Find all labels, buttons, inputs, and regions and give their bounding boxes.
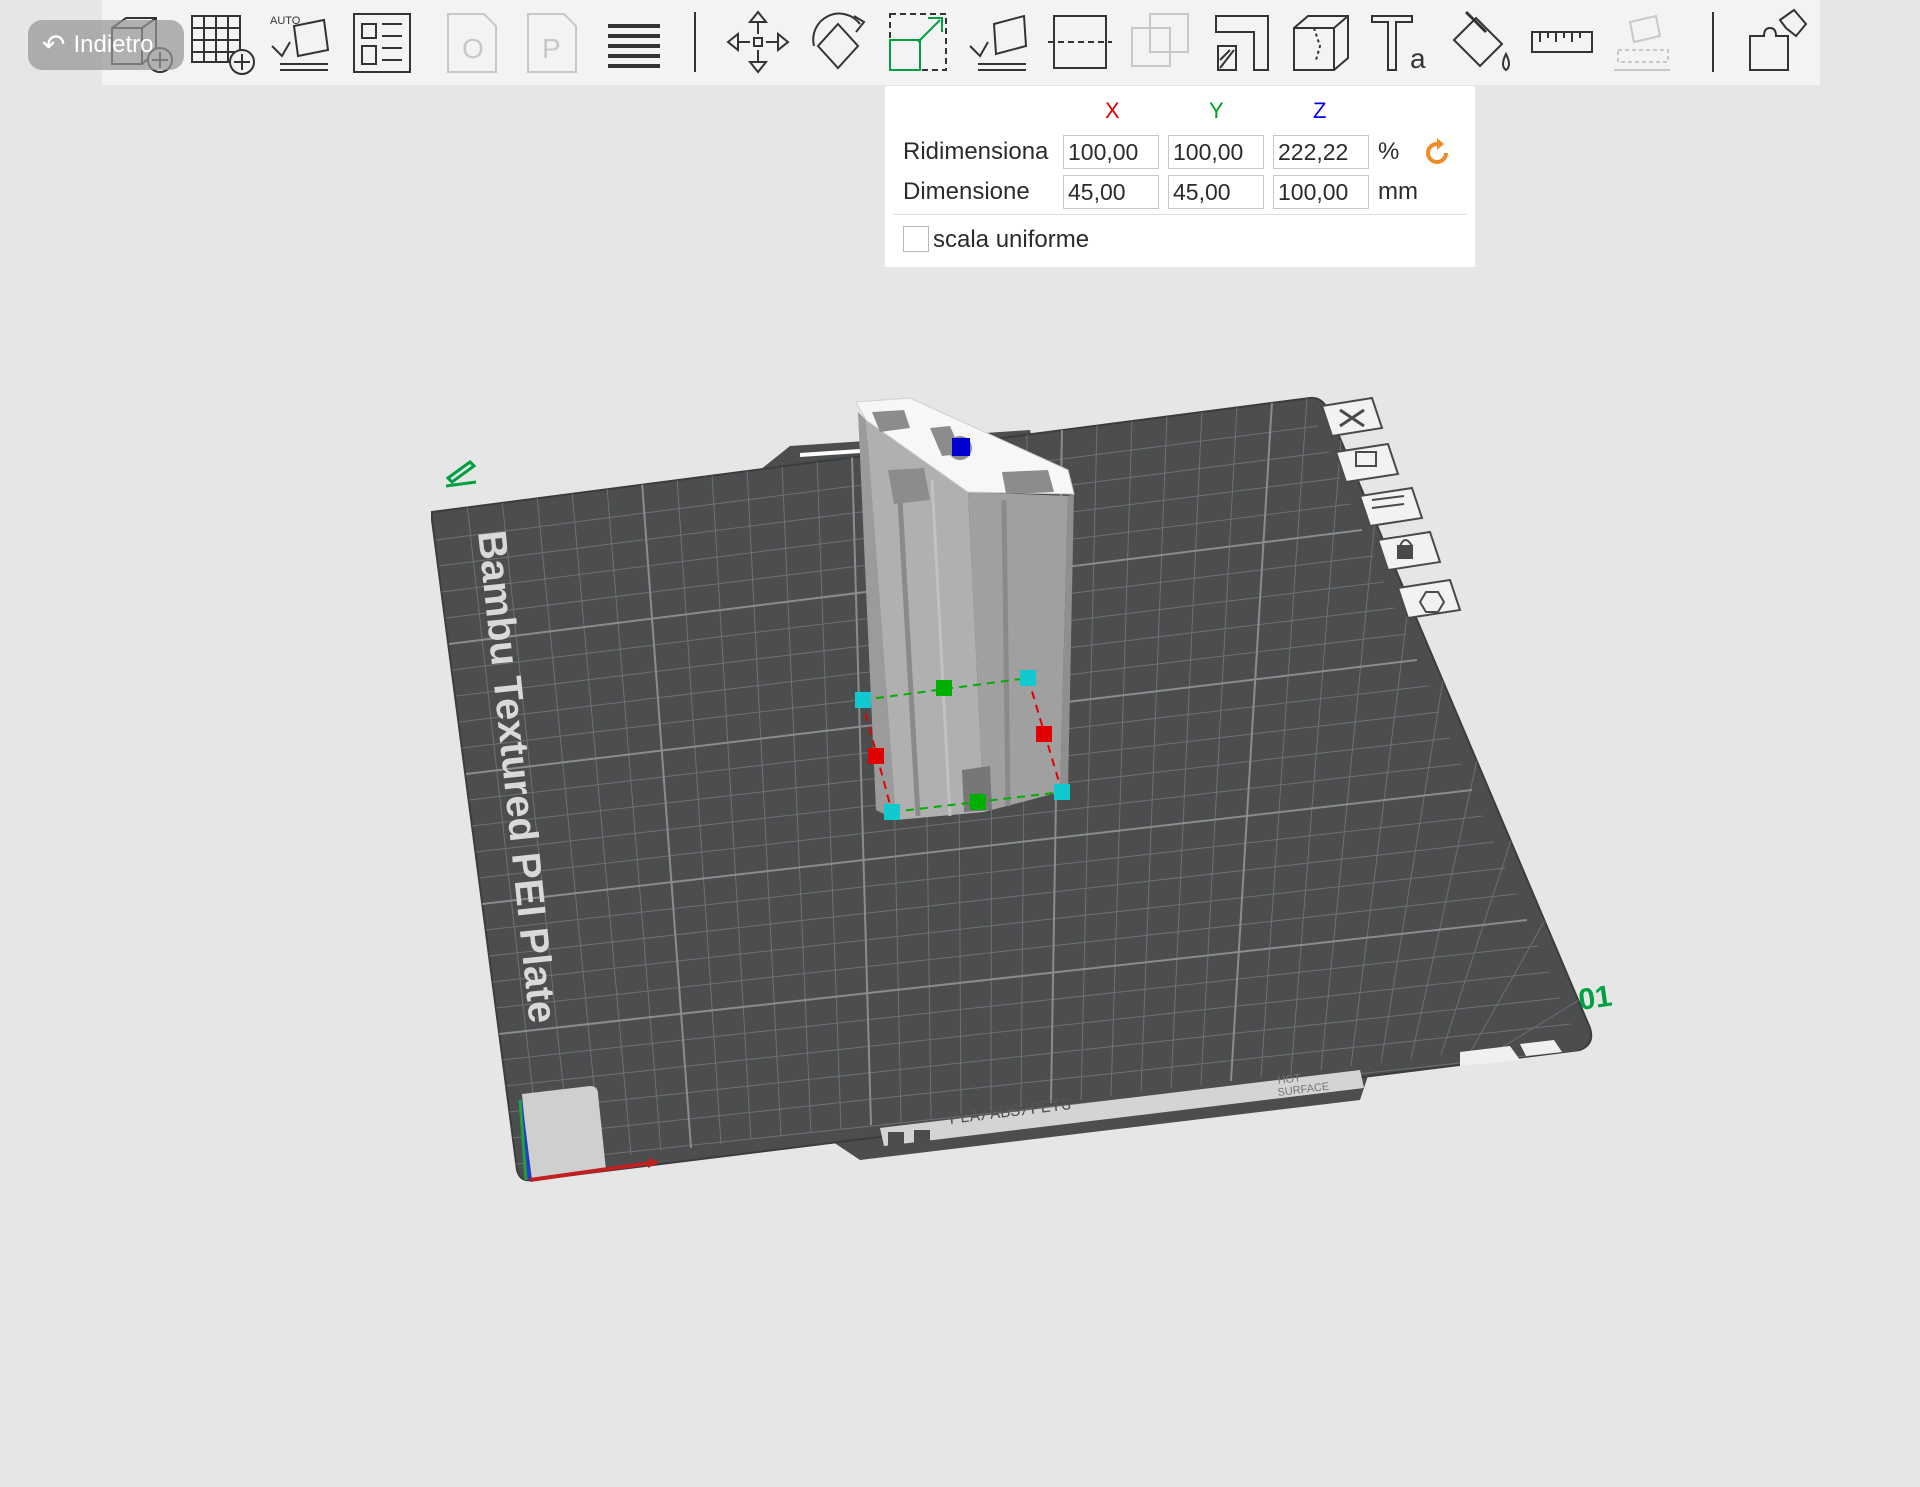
cut-button[interactable] xyxy=(1044,6,1116,78)
size-unit: mm xyxy=(1378,178,1418,205)
size-x-input[interactable]: 45,00 xyxy=(1063,175,1159,209)
auto-orient-icon: AUTO xyxy=(270,15,330,71)
scale-handle-corner[interactable] xyxy=(855,692,871,708)
model-extrusion-profile[interactable] xyxy=(855,397,1075,820)
edit-plate-name-icon[interactable] xyxy=(445,460,477,488)
arrange-icon xyxy=(353,13,411,73)
assemble-button[interactable] xyxy=(1742,6,1814,78)
toolbar-separator xyxy=(1712,12,1714,72)
add-plate-button[interactable] xyxy=(186,6,258,78)
scale-handle-corner[interactable] xyxy=(1054,784,1070,800)
color-painting-button[interactable] xyxy=(1446,6,1518,78)
boolean-icon xyxy=(1131,13,1189,67)
toolbar-separator xyxy=(694,12,696,72)
scale-handle-x[interactable] xyxy=(1036,726,1052,742)
variable-layer-height-button[interactable] xyxy=(598,6,670,78)
paint-bucket-icon xyxy=(1452,10,1510,72)
axis-z-header: Z xyxy=(1313,98,1327,123)
lay-on-face-button[interactable] xyxy=(964,6,1036,78)
split-to-objects-button[interactable]: O xyxy=(438,6,510,78)
svg-text:a: a xyxy=(1410,43,1426,74)
size-y-input[interactable]: 45,00 xyxy=(1168,175,1264,209)
lay-on-face-icon xyxy=(969,14,1028,71)
text-button[interactable]: a xyxy=(1366,6,1438,78)
scale-x-input[interactable]: 100,00 xyxy=(1063,135,1159,169)
seam-paint-icon xyxy=(1293,15,1349,71)
scale-handle-z[interactable] xyxy=(952,438,970,456)
auto-orient-plate-icon[interactable] xyxy=(1334,442,1400,484)
reset-scale-icon[interactable] xyxy=(1422,138,1452,168)
arrange-button[interactable] xyxy=(346,6,418,78)
uniform-scale-label: scala uniforme xyxy=(933,226,1090,253)
add-plate-grid-icon xyxy=(191,15,255,75)
scale-handle-y[interactable] xyxy=(970,794,986,810)
scale-handle-y[interactable] xyxy=(936,680,952,696)
main-toolbar: AUTO O P a xyxy=(102,0,1820,85)
split-parts-icon: P xyxy=(527,13,577,73)
panel-divider xyxy=(893,214,1467,215)
move-button[interactable] xyxy=(722,6,794,78)
support-painting-button[interactable] xyxy=(1206,6,1278,78)
assembly-view-button[interactable] xyxy=(1606,6,1678,78)
size-row-label: Dimensione xyxy=(903,178,1030,205)
plate-number[interactable]: 01 xyxy=(1576,980,1614,1017)
auto-orient-button[interactable]: AUTO xyxy=(266,6,338,78)
axis-y-header: Y xyxy=(1209,98,1224,123)
back-button[interactable]: ↶ Indietro xyxy=(28,20,184,70)
split-objects-icon: O xyxy=(447,13,497,73)
seam-painting-button[interactable] xyxy=(1286,6,1358,78)
axis-x-header: X xyxy=(1105,98,1120,123)
scale-panel: X Y Z Ridimensiona 100,00 100,00 222,22 … xyxy=(885,86,1475,267)
svg-text:O: O xyxy=(462,33,484,64)
ruler-icon xyxy=(1531,31,1593,53)
rotate-icon xyxy=(812,12,866,70)
assembly-view-icon xyxy=(1614,14,1670,71)
scale-handle-x[interactable] xyxy=(868,748,884,764)
size-z-input[interactable]: 100,00 xyxy=(1273,175,1369,209)
origin-corner-pad xyxy=(522,1086,606,1180)
scale-y-input[interactable]: 100,00 xyxy=(1168,135,1264,169)
rotate-button[interactable] xyxy=(802,6,874,78)
scale-handle-corner[interactable] xyxy=(1020,670,1036,686)
scale-unit: % xyxy=(1378,138,1400,165)
scale-button[interactable] xyxy=(882,6,954,78)
boolean-button[interactable] xyxy=(1124,6,1196,78)
back-button-label: Indietro xyxy=(73,31,154,58)
undo-arrow-icon: ↶ xyxy=(42,29,66,60)
text-tool-icon: a xyxy=(1371,15,1426,74)
uniform-scale-checkbox[interactable] xyxy=(903,226,929,252)
measure-button[interactable] xyxy=(1526,6,1598,78)
svg-text:P: P xyxy=(542,33,561,64)
scale-icon xyxy=(889,13,947,71)
scale-handle-corner[interactable] xyxy=(884,804,900,820)
scale-row-label: Ridimensiona xyxy=(903,138,1049,165)
puzzle-icon xyxy=(1749,8,1808,71)
arrange-plate-icon[interactable] xyxy=(1358,486,1424,528)
cut-icon xyxy=(1048,15,1112,69)
scale-z-input[interactable]: 222,22 xyxy=(1273,135,1369,169)
split-to-parts-button[interactable]: P xyxy=(518,6,590,78)
move-arrows-icon xyxy=(726,10,790,74)
support-paint-icon xyxy=(1215,15,1269,71)
layers-icon xyxy=(608,24,660,68)
